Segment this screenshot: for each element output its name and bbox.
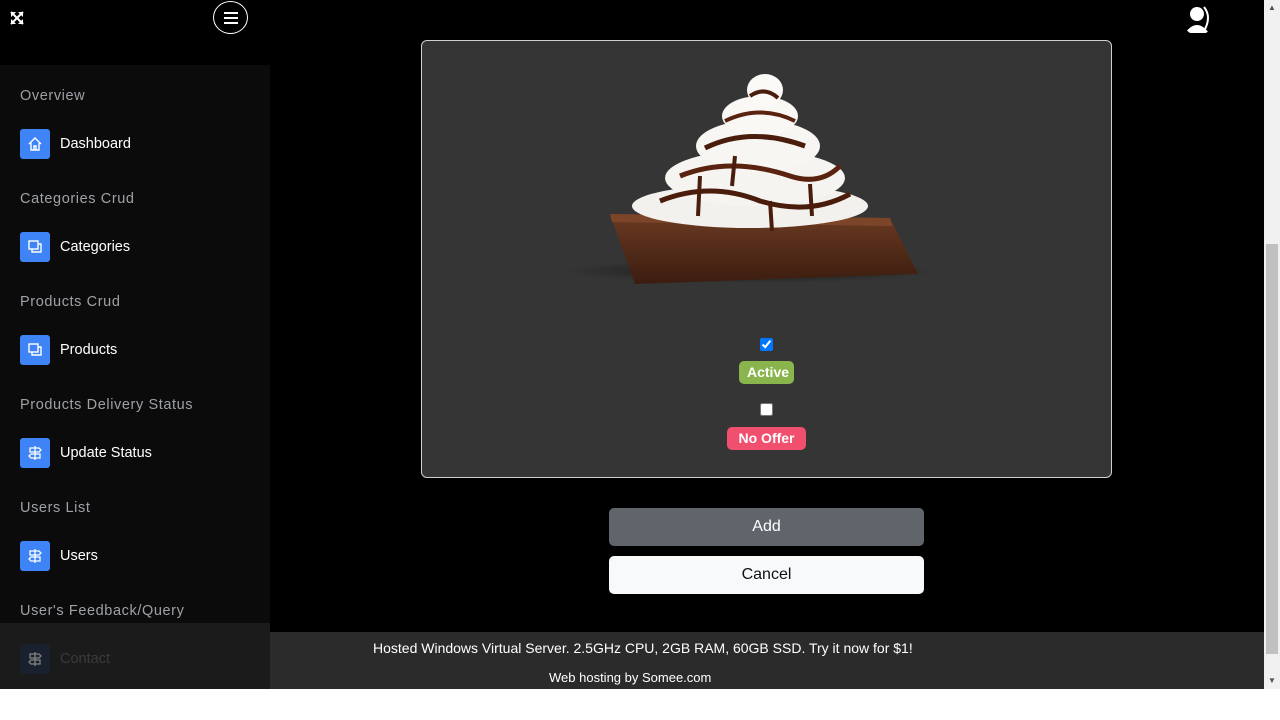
copy-icon (20, 232, 50, 262)
scroll-down-arrow-icon[interactable]: ▼ (1264, 673, 1280, 689)
copy-icon (20, 335, 50, 365)
sidebar-item-contact[interactable]: Contact (20, 644, 110, 674)
hamburger-menu-icon (223, 11, 238, 24)
sidebar-item-label: Contact (60, 651, 110, 667)
hosting-ad-banner: Hosted Windows Virtual Server. 2.5GHz CP… (270, 632, 1264, 689)
sidebar-item-label: Update Status (60, 445, 152, 461)
sidebar-item-update-status[interactable]: Update Status (20, 438, 152, 468)
add-button[interactable]: Add (609, 508, 924, 546)
home-icon (20, 129, 50, 159)
section-title-delivery-status: Products Delivery Status (20, 397, 194, 413)
sidebar-item-dashboard[interactable]: Dashboard (20, 129, 131, 159)
section-title-products: Products Crud (20, 294, 121, 310)
sidebar-item-categories[interactable]: Categories (20, 232, 130, 262)
scrollbar-thumb[interactable] (1266, 244, 1278, 654)
offer-checkbox[interactable] (760, 403, 773, 416)
signpost-icon (20, 644, 50, 674)
app-window: Overview Dashboard Categories Crud Categ… (0, 0, 1280, 689)
menu-toggle-button[interactable] (213, 1, 248, 34)
sidebar-item-label: Users (60, 548, 98, 564)
active-status-badge: Active (739, 361, 794, 384)
section-title-users-list: Users List (20, 500, 91, 516)
sidebar-item-users[interactable]: Users (20, 541, 98, 571)
sidebar-item-products[interactable]: Products (20, 335, 117, 365)
sidebar-item-label: Products (60, 342, 118, 358)
hosting-ad-link[interactable]: Web hosting by Somee.com (549, 670, 711, 685)
sidebar-item-label: Dashboard (60, 136, 131, 152)
signpost-icon (20, 541, 50, 571)
offer-status-badge: No Offer (727, 427, 806, 450)
vertical-scrollbar[interactable]: ▲ ▼ (1264, 0, 1280, 689)
sidebar-item-label: Categories (60, 239, 131, 255)
scroll-up-arrow-icon[interactable]: ▲ (1264, 0, 1280, 16)
product-image (565, 74, 935, 284)
cancel-button[interactable]: Cancel (609, 556, 924, 594)
section-title-categories: Categories Crud (20, 191, 135, 207)
hosting-ad-text[interactable]: Hosted Windows Virtual Server. 2.5GHz CP… (373, 640, 913, 656)
section-title-overview: Overview (20, 88, 86, 104)
expand-arrows-icon[interactable] (9, 10, 25, 26)
section-title-feedback: User's Feedback/Query (20, 603, 185, 619)
user-avatar-icon[interactable] (1182, 3, 1214, 35)
sidebar: Overview Dashboard Categories Crud Categ… (0, 65, 270, 689)
signpost-icon (20, 438, 50, 468)
active-checkbox[interactable] (760, 338, 773, 351)
